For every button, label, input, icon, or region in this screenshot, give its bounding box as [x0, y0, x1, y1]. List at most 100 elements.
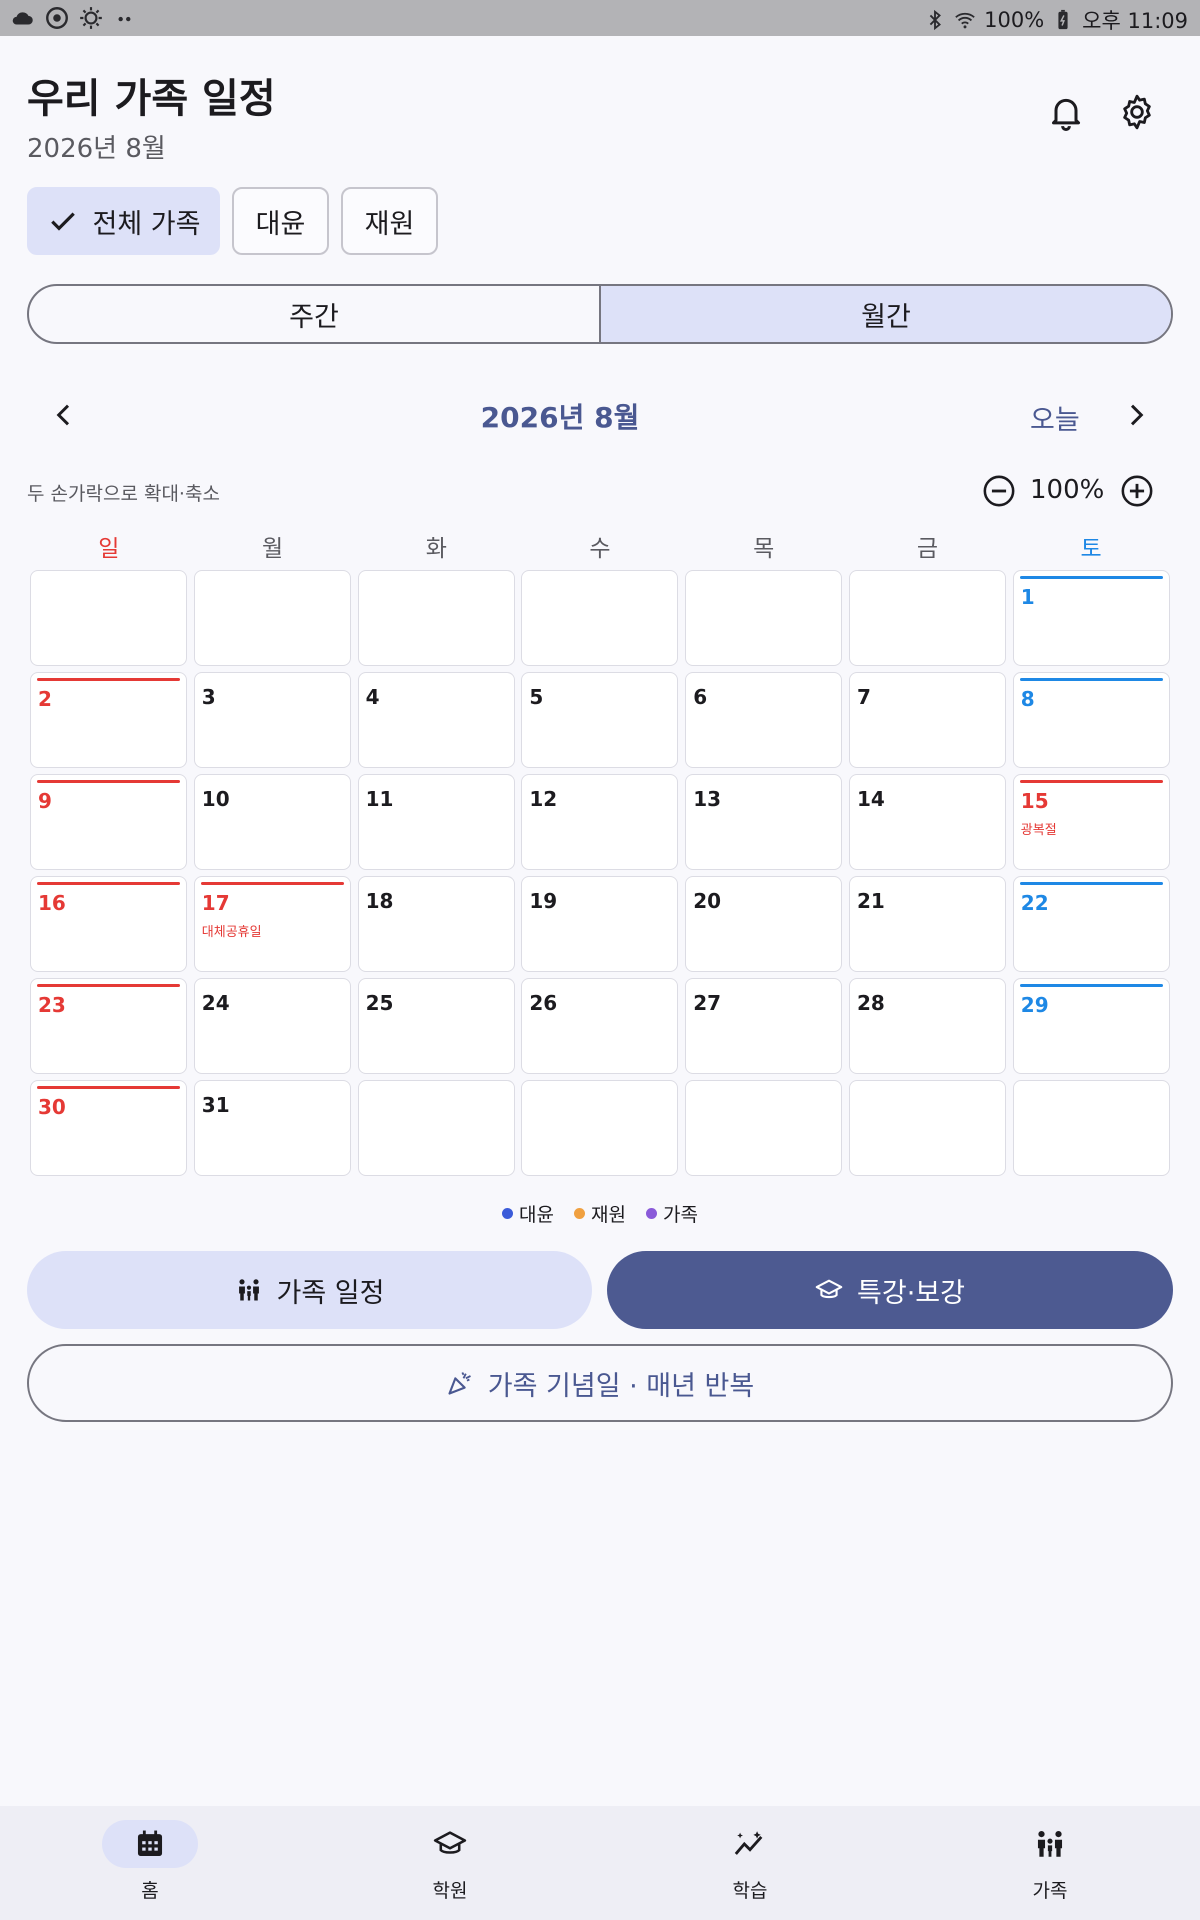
calendar-day-18[interactable]: 18 — [357, 876, 515, 972]
settings-button[interactable] — [1117, 92, 1157, 132]
calendar-day-empty[interactable] — [357, 1080, 515, 1176]
special-class-button[interactable]: 특강·보강 — [607, 1251, 1173, 1329]
day-number: 25 — [365, 991, 394, 1015]
calendar-day-19[interactable]: 19 — [521, 876, 679, 972]
calendar-day-22[interactable]: 22 — [1012, 876, 1170, 972]
wifi-icon — [955, 12, 975, 29]
day-number: 29 — [1020, 993, 1049, 1017]
nav-item-home[interactable]: 홈 — [0, 1806, 300, 1920]
calendar-day-empty[interactable] — [357, 570, 515, 666]
minus-circle-icon — [983, 475, 1015, 507]
calendar-day-28[interactable]: 28 — [848, 978, 1006, 1074]
day-number: 10 — [201, 787, 230, 811]
calendar-day-empty[interactable] — [848, 570, 1006, 666]
filter-chip-jaewon[interactable]: 재원 — [341, 187, 438, 255]
family-icon — [238, 1279, 259, 1301]
nav-indicator — [1002, 1820, 1098, 1868]
calendar-day-empty[interactable] — [30, 570, 187, 666]
tab-monthly[interactable]: 월간 — [599, 286, 1171, 342]
calendar-day-17[interactable]: 17 대체공휴일 — [193, 876, 351, 972]
calendar-day-empty[interactable] — [848, 1080, 1006, 1176]
day-number: 31 — [201, 1093, 230, 1117]
notifications-button[interactable] — [1046, 92, 1086, 132]
special-class-label: 특강·보강 — [857, 1277, 965, 1309]
legend-dot — [502, 1208, 514, 1219]
month-title[interactable]: 2026년 8월 — [400, 396, 720, 436]
weekday-sat: 토 — [1080, 536, 1102, 562]
weekday-wed: 수 — [589, 536, 611, 562]
calendar-day-12[interactable]: 12 — [521, 774, 679, 870]
calendar-day-3[interactable]: 3 — [193, 672, 351, 768]
calendar-day-6[interactable]: 6 — [685, 672, 843, 768]
calendar-day-16[interactable]: 16 — [30, 876, 187, 972]
anniversary-button[interactable]: 가족 기념일 · 매년 반복 — [27, 1344, 1173, 1422]
calendar-day-29[interactable]: 29 — [1012, 978, 1170, 1074]
filter-chip-daeyun[interactable]: 대윤 — [232, 187, 329, 255]
filter-chip-all-family[interactable]: 전체 가족 — [27, 187, 220, 255]
calendar-day-25[interactable]: 25 — [357, 978, 515, 1074]
cloud-icon — [12, 12, 33, 25]
holiday-label: 대체공휴일 — [201, 925, 262, 940]
day-number: 3 — [201, 685, 216, 709]
calendar-day-13[interactable]: 13 — [685, 774, 843, 870]
day-highlight-bar — [1019, 984, 1163, 987]
calendar-day-5[interactable]: 5 — [521, 672, 679, 768]
calendar-day-empty[interactable] — [1012, 1080, 1170, 1176]
calendar-day-1[interactable]: 1 — [1012, 570, 1170, 666]
day-number: 28 — [856, 991, 885, 1015]
chevron-left-icon — [56, 404, 70, 426]
calendar-day-4[interactable]: 4 — [357, 672, 515, 768]
zoom-in-button[interactable] — [1120, 474, 1154, 508]
calendar-day-26[interactable]: 26 — [521, 978, 679, 1074]
calendar-day-7[interactable]: 7 — [848, 672, 1006, 768]
legend-dot — [574, 1208, 586, 1219]
legend-dot — [645, 1208, 657, 1219]
status-bar: 100% 오후 11:09 — [0, 0, 1200, 36]
day-number: 2 — [38, 687, 52, 711]
weekday-tue: 화 — [425, 536, 447, 562]
calendar-day-23[interactable]: 23 — [30, 978, 187, 1074]
previous-month-button[interactable] — [48, 399, 80, 431]
calendar-day-9[interactable]: 9 — [30, 774, 187, 870]
calendar-day-empty[interactable] — [521, 1080, 679, 1176]
day-number: 6 — [693, 685, 708, 709]
zoom-out-button[interactable] — [982, 474, 1016, 508]
day-highlight-bar — [37, 984, 180, 987]
calendar-day-2[interactable]: 2 — [30, 672, 187, 768]
filter-chip-label: 재원 — [364, 208, 415, 240]
calendar-day-27[interactable]: 27 — [685, 978, 843, 1074]
calendar-day-empty[interactable] — [685, 1080, 843, 1176]
calendar-day-empty[interactable] — [521, 570, 679, 666]
day-number: 19 — [529, 889, 558, 913]
calendar-day-20[interactable]: 20 — [685, 876, 843, 972]
nav-item-academy[interactable]: 학원 — [300, 1806, 600, 1920]
calendar-day-31[interactable]: 31 — [193, 1080, 351, 1176]
calendar-day-11[interactable]: 11 — [357, 774, 515, 870]
next-month-button[interactable] — [1120, 399, 1152, 431]
nav-indicator — [702, 1820, 798, 1868]
calendar-day-empty[interactable] — [193, 570, 351, 666]
today-button[interactable]: 오늘 — [1030, 398, 1080, 437]
day-number: 14 — [856, 787, 885, 811]
day-number: 1 — [1020, 585, 1035, 609]
family-schedule-button[interactable]: 가족 일정 — [27, 1251, 592, 1329]
calendar-day-21[interactable]: 21 — [848, 876, 1006, 972]
family-icon — [1037, 1830, 1063, 1857]
calendar-day-empty[interactable] — [685, 570, 843, 666]
day-number: 24 — [201, 991, 230, 1015]
day-number: 9 — [38, 789, 52, 813]
nav-item-study[interactable]: 학습 — [600, 1806, 900, 1920]
calendar-day-10[interactable]: 10 — [193, 774, 351, 870]
calendar-day-14[interactable]: 14 — [848, 774, 1006, 870]
day-highlight-bar — [1019, 576, 1163, 579]
tab-weekly[interactable]: 주간 — [29, 286, 599, 342]
day-number: 18 — [365, 889, 394, 913]
nav-item-family[interactable]: 가족 — [900, 1806, 1200, 1920]
calendar-day-8[interactable]: 8 — [1012, 672, 1170, 768]
family-schedule-label: 가족 일정 — [276, 1277, 385, 1309]
calendar-day-30[interactable]: 30 — [30, 1080, 187, 1176]
calendar-day-15[interactable]: 15 광복절 — [1012, 774, 1170, 870]
nav-label: 가족 — [1032, 1880, 1068, 1902]
calendar-day-24[interactable]: 24 — [193, 978, 351, 1074]
day-number: 16 — [38, 891, 66, 915]
